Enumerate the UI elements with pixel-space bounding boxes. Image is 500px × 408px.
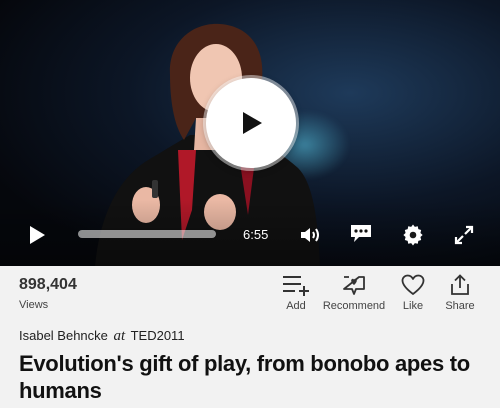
recommend-label: Recommend [322, 300, 386, 312]
share-button[interactable]: Share [444, 273, 476, 317]
gear-icon [403, 224, 423, 246]
fullscreen-icon [454, 225, 474, 245]
volume-button[interactable] [298, 224, 322, 246]
play-small-icon [30, 226, 45, 244]
share-icon [451, 274, 469, 295]
fullscreen-button[interactable] [452, 223, 476, 247]
like-label: Like [402, 300, 424, 312]
add-to-list-icon [283, 276, 309, 296]
views-label: Views [19, 299, 49, 311]
views-count: 898,404 [19, 276, 77, 293]
add-button[interactable]: Add [280, 273, 312, 317]
big-play-button[interactable] [206, 78, 296, 168]
event-name[interactable]: TED2011 [131, 328, 185, 343]
heart-icon [401, 274, 425, 295]
talk-title: Evolution's gift of play, from bonobo ap… [19, 351, 470, 403]
recommend-icon [343, 276, 365, 295]
like-button[interactable]: Like [399, 273, 427, 317]
play-icon [243, 112, 262, 134]
talk-byline: Isabel Behncke at TED2011 [19, 328, 185, 345]
video-player[interactable]: 6:55 [0, 0, 500, 266]
settings-button[interactable] [401, 223, 425, 247]
play-button[interactable] [26, 224, 48, 246]
recommend-button[interactable]: Recommend [322, 273, 386, 317]
volume-icon [301, 228, 319, 242]
share-label: Share [445, 300, 475, 312]
progress-bar[interactable] [78, 230, 216, 238]
at-word: at [113, 328, 126, 344]
captions-button[interactable] [349, 222, 373, 244]
add-label: Add [286, 300, 306, 312]
current-time: 6:55 [243, 227, 269, 242]
speaker-name[interactable]: Isabel Behncke [19, 328, 108, 343]
captions-icon [351, 225, 371, 242]
